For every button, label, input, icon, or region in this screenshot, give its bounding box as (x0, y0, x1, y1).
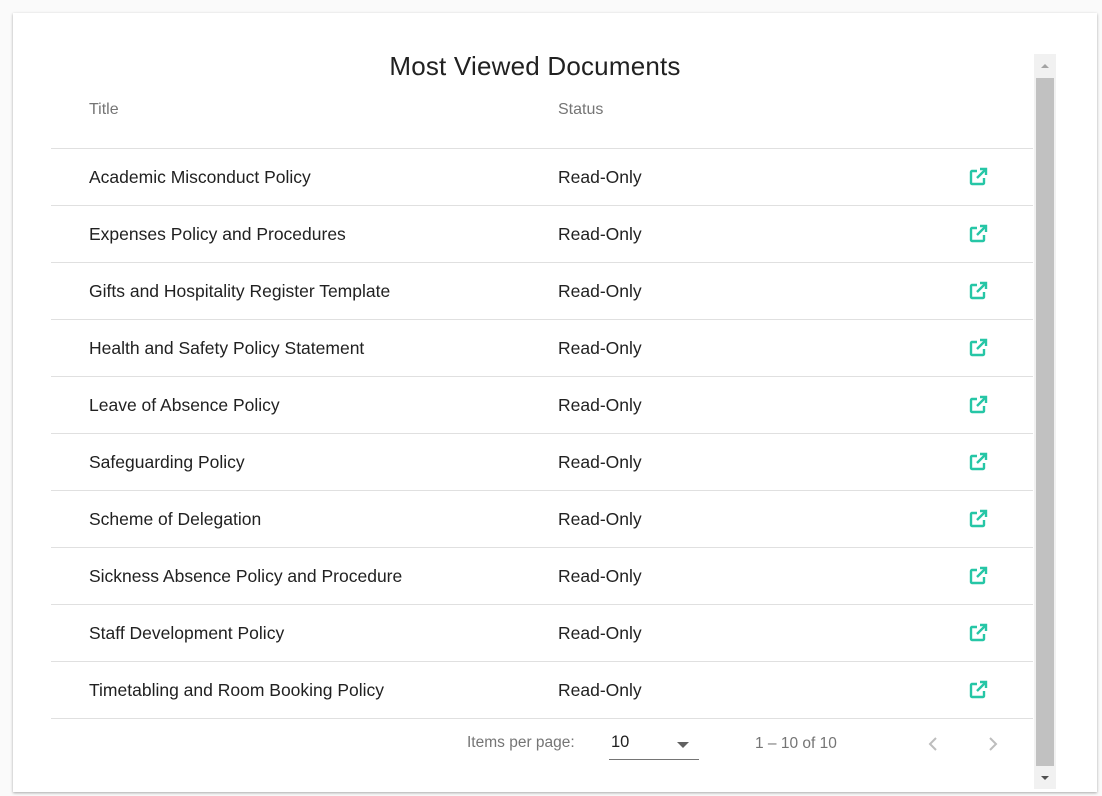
table-row[interactable]: Leave of Absence Policy Read-Only (51, 377, 1033, 434)
document-status: Read-Only (558, 680, 642, 700)
open-document-button[interactable] (966, 678, 990, 702)
chevron-right-icon (989, 737, 998, 751)
open-in-new-icon (969, 680, 988, 699)
document-title: Gifts and Hospitality Register Template (89, 281, 391, 301)
open-in-new-icon (969, 566, 988, 585)
table-row[interactable]: Expenses Policy and Procedures Read-Only (51, 206, 1033, 263)
table-row[interactable]: Staff Development Policy Read-Only (51, 605, 1033, 662)
items-per-page-select[interactable]: 10 (609, 729, 699, 760)
table-row[interactable]: Sickness Absence Policy and Procedure Rea… (51, 548, 1033, 605)
previous-page-button[interactable] (913, 724, 953, 764)
table-row[interactable]: Safeguarding Policy Read-Only (51, 434, 1033, 491)
table-header-row: Title Status (51, 93, 1033, 149)
document-status: Read-Only (558, 509, 642, 529)
open-in-new-icon (969, 509, 988, 528)
document-title: Sickness Absence Policy and Procedure (89, 566, 403, 586)
document-status: Read-Only (558, 566, 642, 586)
most-viewed-documents-card: Most Viewed Documents Title Status Acade… (13, 13, 1097, 792)
scroll-down-arrow-icon[interactable] (1041, 776, 1049, 780)
table-row[interactable]: Academic Misconduct Policy Read-Only (51, 149, 1033, 206)
document-status: Read-Only (558, 338, 642, 358)
open-in-new-icon (969, 224, 988, 243)
document-title: Staff Development Policy (89, 623, 285, 643)
open-document-button[interactable] (966, 621, 990, 645)
column-header-title: Title (89, 101, 119, 118)
open-document-button[interactable] (966, 336, 990, 360)
widget-title: Most Viewed Documents (389, 51, 681, 81)
document-status: Read-Only (558, 623, 642, 643)
table-row[interactable]: Health and Safety Policy Statement Read-O… (51, 320, 1033, 377)
open-document-button[interactable] (966, 222, 990, 246)
dropdown-arrow-icon (677, 742, 689, 748)
document-title: Timetabling and Room Booking Policy (89, 680, 385, 700)
table-row[interactable]: Gifts and Hospitality Register Template R… (51, 263, 1033, 320)
table-row[interactable]: Timetabling and Room Booking Policy Read-… (51, 662, 1033, 719)
open-in-new-icon (969, 281, 988, 300)
table-row[interactable]: Scheme of Delegation Read-Only (51, 491, 1033, 548)
table-body: Academic Misconduct Policy Read-Only Expen… (51, 149, 1033, 719)
document-status: Read-Only (558, 395, 642, 415)
document-title: Expenses Policy and Procedures (89, 224, 346, 244)
open-in-new-icon (969, 167, 988, 186)
paginator: Items per page: 10 1 – 10 of 10 (51, 713, 1033, 777)
open-in-new-icon (969, 338, 988, 357)
document-status: Read-Only (558, 167, 642, 187)
open-document-button[interactable] (966, 564, 990, 588)
open-document-button[interactable] (966, 165, 990, 189)
items-per-page-label: Items per page: (467, 734, 575, 751)
open-in-new-icon (969, 623, 988, 642)
scroll-up-arrow-icon[interactable] (1041, 64, 1049, 68)
open-document-button[interactable] (966, 507, 990, 531)
page-range-label: 1 – 10 of 10 (755, 735, 837, 752)
items-per-page-value: 10 (611, 733, 630, 751)
document-title: Safeguarding Policy (89, 452, 245, 472)
scrollbar-thumb[interactable] (1036, 78, 1054, 766)
document-status: Read-Only (558, 224, 642, 244)
document-title: Academic Misconduct Policy (89, 167, 311, 187)
open-in-new-icon (969, 395, 988, 414)
open-document-button[interactable] (966, 279, 990, 303)
document-title: Leave of Absence Policy (89, 395, 280, 415)
open-document-button[interactable] (966, 393, 990, 417)
document-status: Read-Only (558, 452, 642, 472)
documents-table: Title Status Academic Misconduct Policy R… (51, 93, 1033, 719)
document-status: Read-Only (558, 281, 642, 301)
column-header-status: Status (558, 101, 604, 118)
open-document-button[interactable] (966, 450, 990, 474)
open-in-new-icon (969, 452, 988, 471)
chevron-left-icon (928, 737, 937, 751)
document-title: Scheme of Delegation (89, 509, 262, 529)
next-page-button[interactable] (973, 724, 1013, 764)
vertical-scrollbar[interactable] (1034, 54, 1056, 789)
document-title: Health and Safety Policy Statement (89, 338, 365, 358)
